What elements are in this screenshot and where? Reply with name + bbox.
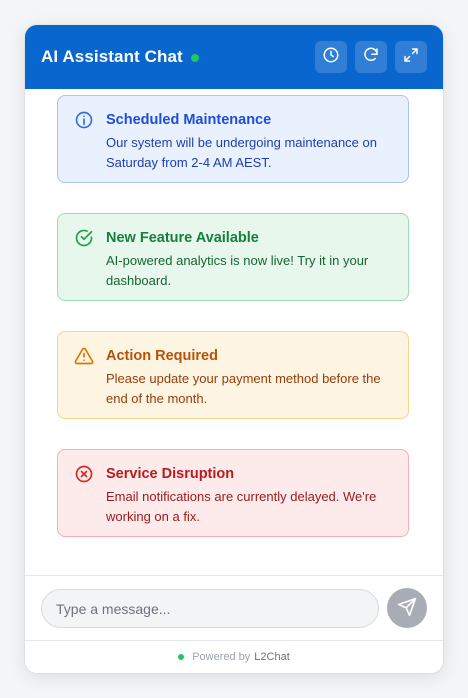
notification-text: Please update your payment method before… — [106, 371, 381, 406]
warning-notification: Action Required Please update your payme… — [57, 331, 409, 419]
error-notification: Service Disruption Email notifications a… — [57, 449, 409, 537]
message-composer — [25, 575, 443, 640]
warning-triangle-icon — [74, 346, 94, 366]
notification-title: Scheduled Maintenance — [106, 112, 272, 128]
online-status-dot — [190, 53, 199, 62]
notification-text: AI-powered analytics is now live! Try it… — [106, 253, 369, 288]
send-button[interactable] — [387, 588, 427, 628]
status-dot — [178, 654, 185, 660]
messages-area[interactable]: Scheduled Maintenance Our system will be… — [25, 89, 443, 575]
notification-text: Our system will be undergoing maintenanc… — [106, 135, 377, 170]
chat-widget: AI Assistant Chat Scheduled Maintenance … — [25, 25, 443, 673]
notification-title: Action Required — [106, 348, 218, 364]
info-circle-icon — [74, 110, 94, 130]
notification-text: Email notifications are currently delaye… — [106, 489, 377, 524]
x-circle-icon — [74, 464, 94, 484]
clock-icon — [322, 46, 340, 69]
powered-by-text: Powered by — [192, 651, 251, 663]
refresh-button[interactable] — [355, 41, 387, 73]
header-actions — [315, 41, 427, 73]
success-notification: New Feature Available AI-powered analyti… — [57, 213, 409, 301]
title-wrap: AI Assistant Chat — [41, 47, 199, 67]
notification-title: New Feature Available — [106, 230, 259, 246]
info-notification: Scheduled Maintenance Our system will be… — [57, 95, 409, 183]
send-icon — [397, 597, 417, 620]
check-circle-icon — [74, 228, 94, 248]
expand-button[interactable] — [395, 41, 427, 73]
brand-link[interactable]: L2Chat — [254, 651, 289, 663]
history-button[interactable] — [315, 41, 347, 73]
message-input[interactable] — [41, 589, 379, 628]
expand-icon — [402, 46, 420, 69]
notification-title: Service Disruption — [106, 466, 235, 482]
powered-by-footer: Powered by L2Chat — [25, 640, 443, 673]
chat-title: AI Assistant Chat — [41, 47, 183, 66]
refresh-icon — [362, 46, 380, 69]
chat-header: AI Assistant Chat — [25, 25, 443, 89]
